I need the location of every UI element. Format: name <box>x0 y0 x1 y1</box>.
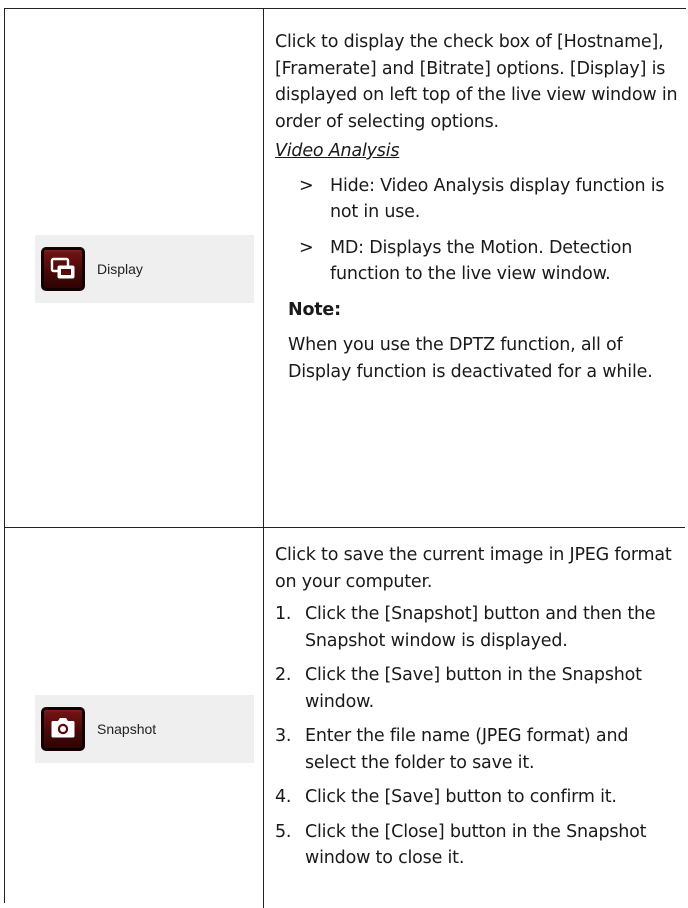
bullet-text-md: MD: Displays the Motion. Detection funct… <box>330 237 633 285</box>
list-item: > MD: Displays the Motion. Detection fun… <box>299 237 633 285</box>
description-cell-snapshot: Click to save the current image in JPEG … <box>264 528 685 908</box>
list-item: 3. Enter the file name (JPEG format) and… <box>275 726 629 773</box>
note-body: When you use the DPTZ function, all of D… <box>288 335 653 382</box>
video-analysis-subheading: Video Analysis <box>275 141 400 161</box>
list-item: 2. Click the [Save] button in the Snapsh… <box>275 665 642 712</box>
list-item: > Hide: Video Analysis display function … <box>299 175 665 223</box>
list-item: 4. Click the [Save] button to confirm it… <box>275 787 617 807</box>
note-title: Note: <box>288 299 341 320</box>
table-row-display: Display Click to display the check box o… <box>5 9 685 528</box>
function-table: Display Click to display the check box o… <box>4 8 686 908</box>
table-row-snapshot: Snapshot Click to save the current image… <box>5 528 685 908</box>
display-button-panel: Display <box>35 235 254 303</box>
snapshot-button-label: Snapshot <box>97 721 157 737</box>
display-button[interactable] <box>41 247 85 291</box>
video-analysis-options: > Hide: Video Analysis display function … <box>275 173 681 288</box>
snapshot-button-panel: Snapshot <box>35 695 254 763</box>
display-button-label: Display <box>97 261 143 277</box>
button-cell-display: Display <box>5 9 264 527</box>
description-cell-display: Click to display the check box of [Hostn… <box>264 9 685 527</box>
bullet-text-hide: Hide: Video Analysis display function is… <box>330 175 665 223</box>
display-overlay-icon <box>50 257 75 279</box>
list-item: 5. Click the [Close] button in the Snaps… <box>275 821 647 869</box>
display-description: Click to display the check box of [Hostn… <box>275 32 678 132</box>
list-item: 1. Click the [Snapshot] button and then … <box>275 604 656 651</box>
snapshot-description: Click to save the current image in JPEG … <box>275 545 672 592</box>
snapshot-steps: 1. Click the [Snapshot] button and then … <box>275 601 681 872</box>
camera-icon <box>51 718 75 738</box>
button-cell-snapshot: Snapshot <box>5 528 264 908</box>
snapshot-button[interactable] <box>41 707 85 751</box>
